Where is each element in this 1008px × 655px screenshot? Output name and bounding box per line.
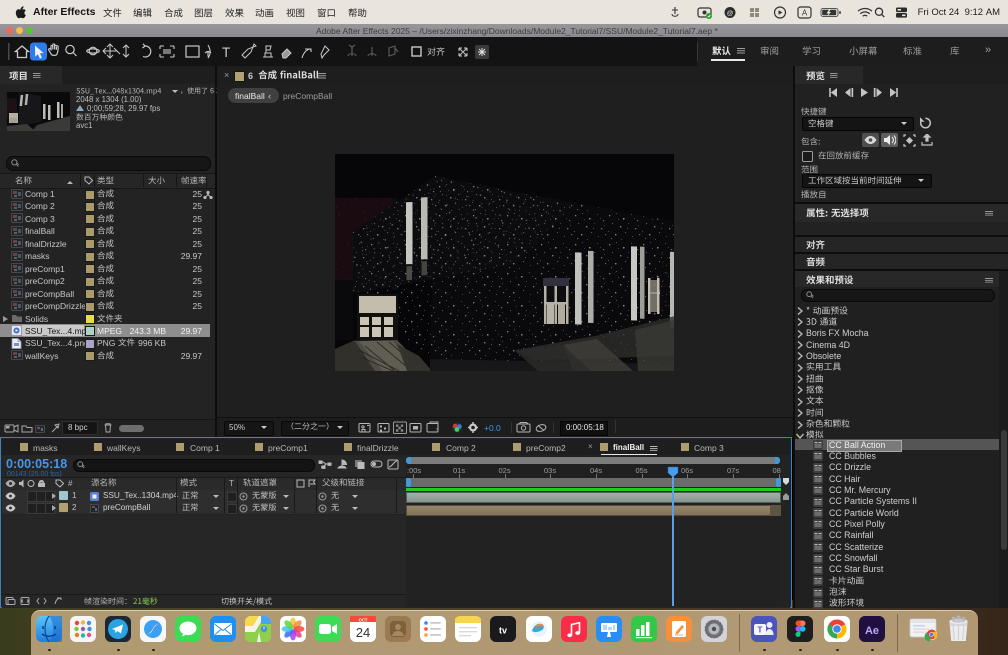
svg-text:+0.0: +0.0 <box>484 423 501 433</box>
svg-text:Ae: Ae <box>865 625 879 637</box>
svg-text:@: @ <box>727 10 734 17</box>
svg-text:A: A <box>802 9 808 18</box>
svg-text:T: T <box>222 45 230 60</box>
svg-text:OCT: OCT <box>359 617 368 622</box>
svg-text:24: 24 <box>356 625 370 640</box>
svg-text:tv: tv <box>499 626 507 636</box>
svg-text:T: T <box>758 626 763 635</box>
